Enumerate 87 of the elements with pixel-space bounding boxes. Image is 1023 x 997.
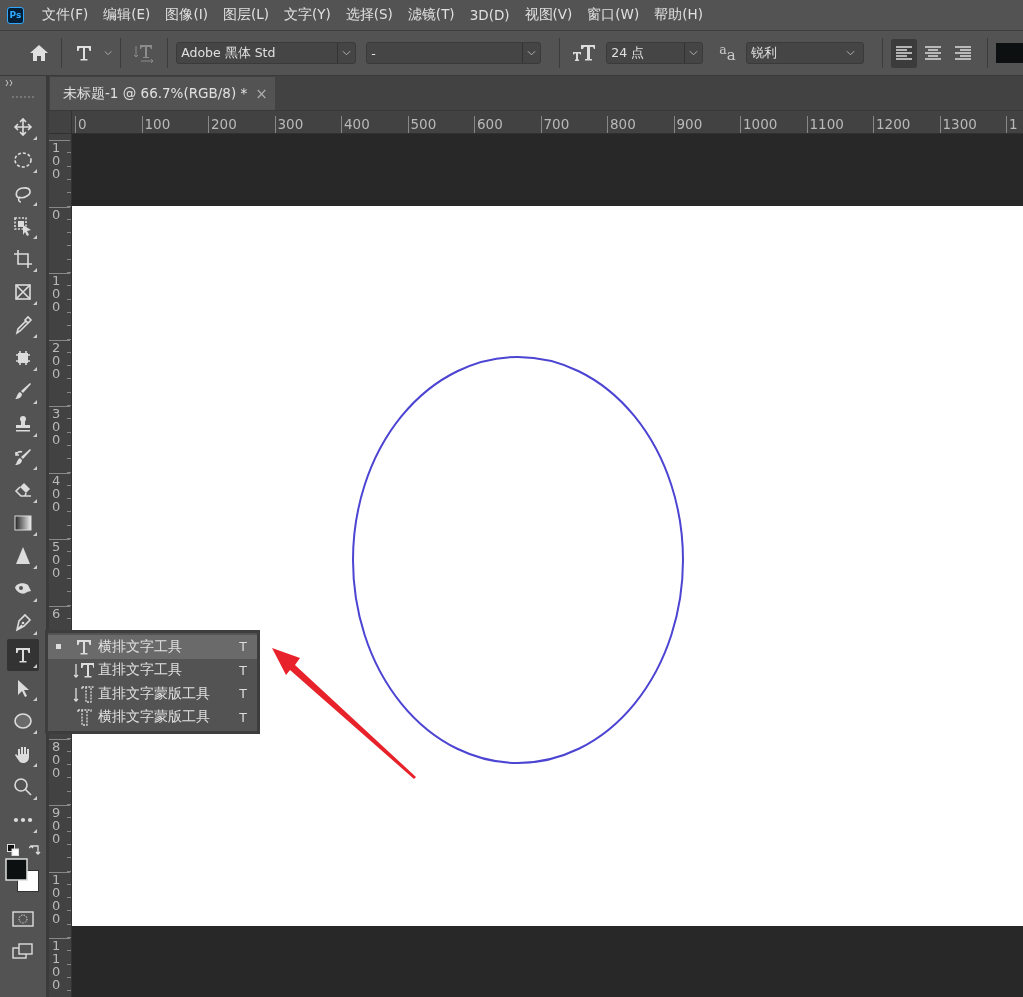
drop-icon xyxy=(13,545,33,566)
caret-icon xyxy=(689,50,699,56)
close-tab-button[interactable]: × xyxy=(255,84,268,103)
font-size-dropdown[interactable]: 24 点 xyxy=(606,42,704,64)
ruler-label: 600 xyxy=(474,116,541,133)
ruler-label: 0 xyxy=(75,116,142,133)
menu-item[interactable]: 编辑(E) xyxy=(103,6,151,24)
ruler-label: 0 xyxy=(49,206,71,221)
ruler-label: 1100 xyxy=(49,938,71,991)
ruler-label: 100 xyxy=(49,140,71,180)
stamp-icon xyxy=(13,413,33,434)
menu-item[interactable]: 3D(D) xyxy=(469,7,510,23)
collapse-icon[interactable] xyxy=(5,80,15,86)
document-tab[interactable]: 未标题-1 @ 66.7%(RGB/8) * × xyxy=(50,77,275,110)
font-size-icon xyxy=(572,42,597,64)
screen-mode-icon[interactable] xyxy=(12,942,34,960)
ellipse-icon xyxy=(13,710,33,731)
ruler-label: 800 xyxy=(49,738,71,779)
ruler-label: 200 xyxy=(208,116,275,133)
menu-item[interactable]: 视图(V) xyxy=(524,6,573,24)
menu-item[interactable]: 图层(L) xyxy=(222,6,269,24)
swap-colors-icon[interactable] xyxy=(29,844,41,856)
move-icon xyxy=(13,116,33,137)
more-icon xyxy=(13,816,33,823)
vertical-type-mask-icon xyxy=(74,683,94,704)
pen-icon xyxy=(13,611,33,632)
crop-icon xyxy=(13,248,33,269)
app-logo[interactable]: Ps xyxy=(7,6,24,24)
ruler-label: 300 xyxy=(274,116,341,133)
ruler-label: 200 xyxy=(49,339,71,380)
ruler-label: 900 xyxy=(49,805,71,845)
ruler-label: 500 xyxy=(407,116,474,133)
ruler-label: 800 xyxy=(607,116,674,133)
gradient-icon xyxy=(13,512,33,533)
text-color-swatch[interactable] xyxy=(995,43,1023,63)
font-family-dropdown[interactable]: Adobe 黑体 Std xyxy=(176,42,357,64)
ruler-label: 1000 xyxy=(740,116,807,133)
ruler-label: 1000 xyxy=(49,871,71,925)
quick-mask-icon[interactable] xyxy=(12,910,34,928)
ruler-label: 400 xyxy=(49,472,71,513)
default-colors-icon[interactable] xyxy=(7,844,19,856)
ruler-label: 1100 xyxy=(806,116,873,133)
menu-item[interactable]: 文件(F) xyxy=(42,6,89,24)
align-left-icon xyxy=(893,44,914,62)
antialias-label: $^{a}$a xyxy=(719,42,736,64)
vertical-type-icon xyxy=(74,660,94,681)
bullet-icon xyxy=(56,644,61,650)
menu-item[interactable]: 文字(Y) xyxy=(283,6,331,24)
menu-item[interactable]: 图像(I) xyxy=(165,6,208,24)
selection-arrow-icon xyxy=(13,215,33,236)
align-center-icon xyxy=(923,44,944,62)
ruler-label: 900 xyxy=(673,116,740,133)
menu-item[interactable]: 选择(S) xyxy=(345,6,393,24)
font-style-dropdown[interactable]: - xyxy=(366,42,542,64)
color-swatches-drawing[interactable] xyxy=(5,858,41,894)
caret-icon xyxy=(527,50,537,56)
align-right-icon xyxy=(952,44,973,62)
caret-icon xyxy=(342,50,352,56)
ruler-label: 100 xyxy=(49,273,71,313)
align-button[interactable] xyxy=(890,38,917,68)
tool-button[interactable] xyxy=(7,638,39,671)
ruler-label: 500 xyxy=(49,539,71,579)
ruler-label: 100 xyxy=(141,116,208,133)
ruler-label: 1200 xyxy=(873,116,940,133)
ruler-label: 400 xyxy=(341,116,408,133)
flyout-menu-item[interactable]: 横排文字蒙版工具 T xyxy=(48,705,257,729)
type-icon[interactable] xyxy=(74,43,94,63)
ruler-label: 6 xyxy=(49,605,71,620)
menu-item[interactable]: 窗口(W) xyxy=(587,6,640,24)
menu-item[interactable]: 帮助(H) xyxy=(654,6,703,24)
flyout-menu-item[interactable]: 横排文字工具 T xyxy=(48,635,257,659)
zoom-icon xyxy=(13,776,33,797)
flyout-menu-item[interactable]: 直排文字蒙版工具 T xyxy=(48,682,257,706)
menu-item[interactable]: 滤镜(T) xyxy=(407,6,455,24)
dashed-ellipse-icon xyxy=(13,149,33,170)
ruler-label: 300 xyxy=(49,406,71,446)
caret-icon xyxy=(845,50,855,56)
ruler-label: 700 xyxy=(540,116,607,133)
brush-icon xyxy=(13,380,33,401)
brush-icon xyxy=(13,446,33,467)
type-mask-icon xyxy=(74,707,94,728)
ruler-label: 1300 xyxy=(939,116,1006,133)
frame-icon xyxy=(13,281,33,302)
antialias-dropdown[interactable]: 锐利 xyxy=(745,42,864,64)
eyedropper-icon xyxy=(13,314,33,335)
flyout-menu-item[interactable]: 直排文字工具 T xyxy=(48,658,257,682)
home-icon[interactable] xyxy=(29,43,49,63)
